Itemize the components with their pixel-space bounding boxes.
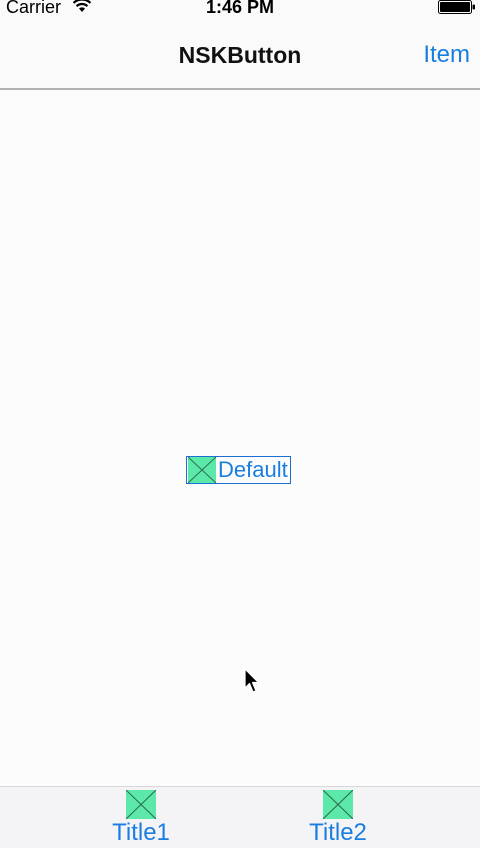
mouse-cursor-icon (244, 668, 262, 696)
title1-label: Title1 (112, 819, 170, 846)
placeholder-image-icon (188, 457, 216, 483)
page-title: NSKButton (178, 42, 302, 68)
title1-button[interactable]: Title1 (91, 789, 191, 847)
battery-icon (438, 0, 476, 14)
default-button-label: Default (218, 457, 288, 482)
placeholder-image-icon (323, 790, 353, 819)
navigation-bar: NSKButton Item (0, 22, 480, 90)
nav-right-item-button[interactable]: Item (423, 41, 470, 69)
bottom-toolbar: Title1 Title2 (0, 786, 480, 848)
default-button[interactable]: Default (186, 456, 291, 484)
placeholder-image-icon (126, 790, 156, 819)
status-time: 1:46 PM (205, 0, 275, 17)
title2-label: Title2 (309, 819, 367, 846)
status-bar: Carrier 1:46 PM (0, 0, 480, 22)
title2-button[interactable]: Title2 (288, 789, 388, 847)
